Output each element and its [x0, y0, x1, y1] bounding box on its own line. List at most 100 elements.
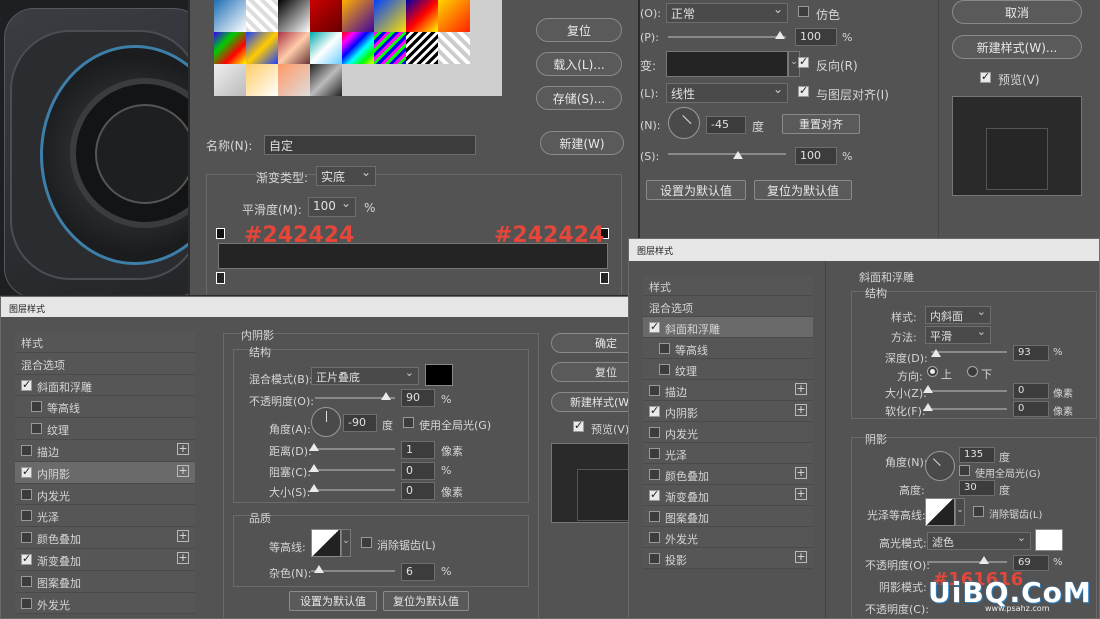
is-ok-button[interactable]: 确定	[551, 333, 634, 353]
bevel-style-select[interactable]: 内斜面	[925, 305, 991, 324]
is-antialias-checkbox[interactable]	[361, 537, 372, 548]
sidebar-item-checkbox[interactable]	[649, 404, 660, 417]
sidebar-item[interactable]: 内阴影 +	[15, 461, 195, 484]
sidebar-item[interactable]: 光泽	[15, 505, 195, 528]
gradient-bar[interactable]	[218, 243, 608, 269]
gradient-name-input[interactable]: 自定	[264, 135, 476, 155]
sidebar-item-checkbox[interactable]	[649, 469, 660, 480]
sidebar-item-checkbox[interactable]	[649, 553, 660, 564]
bevel-soften-thumb[interactable]	[923, 403, 933, 411]
sidebar-item[interactable]: 纹理	[15, 418, 195, 440]
sidebar-item[interactable]: 光泽	[643, 443, 813, 464]
overlay-angle-input[interactable]: -45	[706, 116, 746, 134]
is-size-slider[interactable]	[311, 489, 395, 491]
sidebar-item[interactable]: 图案叠加	[15, 570, 195, 593]
smoothness-input[interactable]: 100	[308, 196, 356, 217]
overlay-style-select[interactable]: 线性	[666, 82, 788, 103]
sidebar-item[interactable]: 混合选项	[643, 296, 813, 317]
sidebar-item[interactable]: 等高线	[15, 396, 195, 419]
sidebar-item[interactable]: 图案叠加	[643, 506, 813, 527]
sidebar-item-checkbox[interactable]	[21, 465, 32, 478]
bevel-soften-slider[interactable]	[927, 408, 1007, 410]
is-contour-picker[interactable]	[311, 529, 341, 557]
sidebar-item[interactable]: 渐变叠加 +	[643, 485, 813, 506]
sidebar-item[interactable]: 投影 +	[643, 548, 813, 569]
sidebar-item[interactable]: 斜面和浮雕	[15, 374, 195, 397]
is-noise-input[interactable]: 6	[401, 563, 435, 581]
bevel-size-input[interactable]: 0	[1013, 383, 1049, 399]
bevel-size-slider[interactable]	[927, 390, 1007, 392]
sidebar-item[interactable]: 外发光	[15, 592, 195, 615]
overlay-angle-dial[interactable]	[668, 107, 700, 139]
sidebar-item[interactable]: 内阴影 +	[643, 401, 813, 422]
gradient-load-button[interactable]: 载入(L)...	[536, 52, 622, 76]
bevel-global-light-checkbox[interactable]	[959, 465, 970, 476]
bevel-direction-up-radio[interactable]	[927, 366, 938, 377]
is-choke-input[interactable]: 0	[401, 462, 435, 480]
is-set-default-button[interactable]: 设置为默认值	[289, 591, 377, 611]
add-effect-plus-icon[interactable]: +	[795, 404, 807, 416]
sidebar-item[interactable]: 描边 +	[15, 440, 195, 462]
sidebar-item-checkbox[interactable]	[649, 427, 660, 438]
top-new-style-button[interactable]: 新建样式(W)...	[952, 35, 1082, 59]
is-opacity-input[interactable]: 90	[401, 389, 435, 407]
sidebar-item[interactable]: 渐变叠加 +	[15, 549, 195, 571]
sidebar-item[interactable]: 外发光	[643, 527, 813, 548]
bevel-size-thumb[interactable]	[923, 385, 933, 393]
bevel-soften-input[interactable]: 0	[1013, 401, 1049, 417]
overlay-blend-select[interactable]: 正常	[666, 2, 788, 23]
is-choke-slider[interactable]	[311, 469, 395, 471]
sidebar-item-checkbox[interactable]	[21, 510, 32, 522]
is-distance-thumb[interactable]	[309, 443, 319, 451]
sidebar-item-checkbox[interactable]	[21, 488, 32, 500]
sidebar-item[interactable]: 颜色叠加 +	[15, 527, 195, 549]
overlay-reset-default-button[interactable]: 复位为默认值	[754, 180, 852, 200]
overlay-opacity-slider[interactable]	[668, 36, 786, 38]
bevel-depth-input[interactable]: 93	[1013, 345, 1049, 361]
sidebar-item[interactable]: 内发光	[15, 483, 195, 506]
is-global-light-checkbox[interactable]	[403, 417, 414, 428]
overlay-scale-slider[interactable]	[668, 153, 786, 155]
top-cancel-button[interactable]: 取消	[952, 0, 1082, 24]
reverse-checkbox[interactable]	[798, 55, 809, 68]
bevel-gloss-picker[interactable]	[925, 498, 955, 526]
is-color-swatch[interactable]	[425, 364, 453, 386]
sidebar-item-checkbox[interactable]	[649, 448, 660, 459]
is-distance-slider[interactable]	[311, 448, 395, 450]
sidebar-item[interactable]: 样式	[643, 275, 813, 296]
add-effect-plus-icon[interactable]: +	[177, 443, 189, 455]
sidebar-item-checkbox[interactable]	[21, 378, 32, 391]
sidebar-item-checkbox[interactable]	[659, 364, 670, 375]
reset-align-button[interactable]: 重置对齐	[782, 114, 860, 134]
sidebar-item-checkbox[interactable]	[649, 320, 660, 333]
add-effect-plus-icon[interactable]: +	[795, 551, 807, 563]
is-contour-dropdown[interactable]: ⌄	[341, 529, 351, 557]
gradient-reset-button[interactable]: 复位	[536, 18, 622, 42]
bevel-depth-thumb[interactable]	[931, 349, 941, 357]
sidebar-item-checkbox[interactable]	[31, 423, 42, 435]
is-opacity-thumb[interactable]	[381, 392, 391, 400]
bevel-opacity-thumb[interactable]	[979, 556, 989, 564]
gradient-presets[interactable]	[214, 0, 502, 96]
sidebar-item[interactable]: 颜色叠加 +	[643, 464, 813, 485]
gradient-new-button[interactable]: 新建(W)	[540, 131, 624, 155]
overlay-scale-input[interactable]: 100	[795, 147, 837, 165]
is-size-thumb[interactable]	[309, 484, 319, 492]
sidebar-item-checkbox[interactable]	[21, 445, 32, 456]
sidebar-item-checkbox[interactable]	[649, 488, 660, 501]
bevel-antialias-checkbox[interactable]	[973, 506, 984, 517]
sidebar-item[interactable]: 等高线	[643, 338, 813, 359]
gradient-save-button[interactable]: 存储(S)...	[536, 86, 622, 110]
sidebar-item-checkbox[interactable]	[649, 511, 660, 522]
sidebar-item-checkbox[interactable]	[21, 575, 32, 587]
is-angle-input[interactable]: -90	[343, 414, 377, 432]
opacity-stop-left[interactable]	[216, 228, 225, 239]
color-stop-right[interactable]	[600, 272, 609, 284]
overlay-set-default-button[interactable]: 设置为默认值	[646, 180, 746, 200]
is-distance-input[interactable]: 1	[401, 441, 435, 459]
sidebar-item[interactable]: 斜面和浮雕	[643, 317, 813, 338]
add-effect-plus-icon[interactable]: +	[177, 464, 189, 477]
is-size-input[interactable]: 0	[401, 482, 435, 500]
bevel-opacity-slider[interactable]	[927, 561, 1007, 563]
bevel-angle-dial[interactable]	[925, 451, 955, 481]
